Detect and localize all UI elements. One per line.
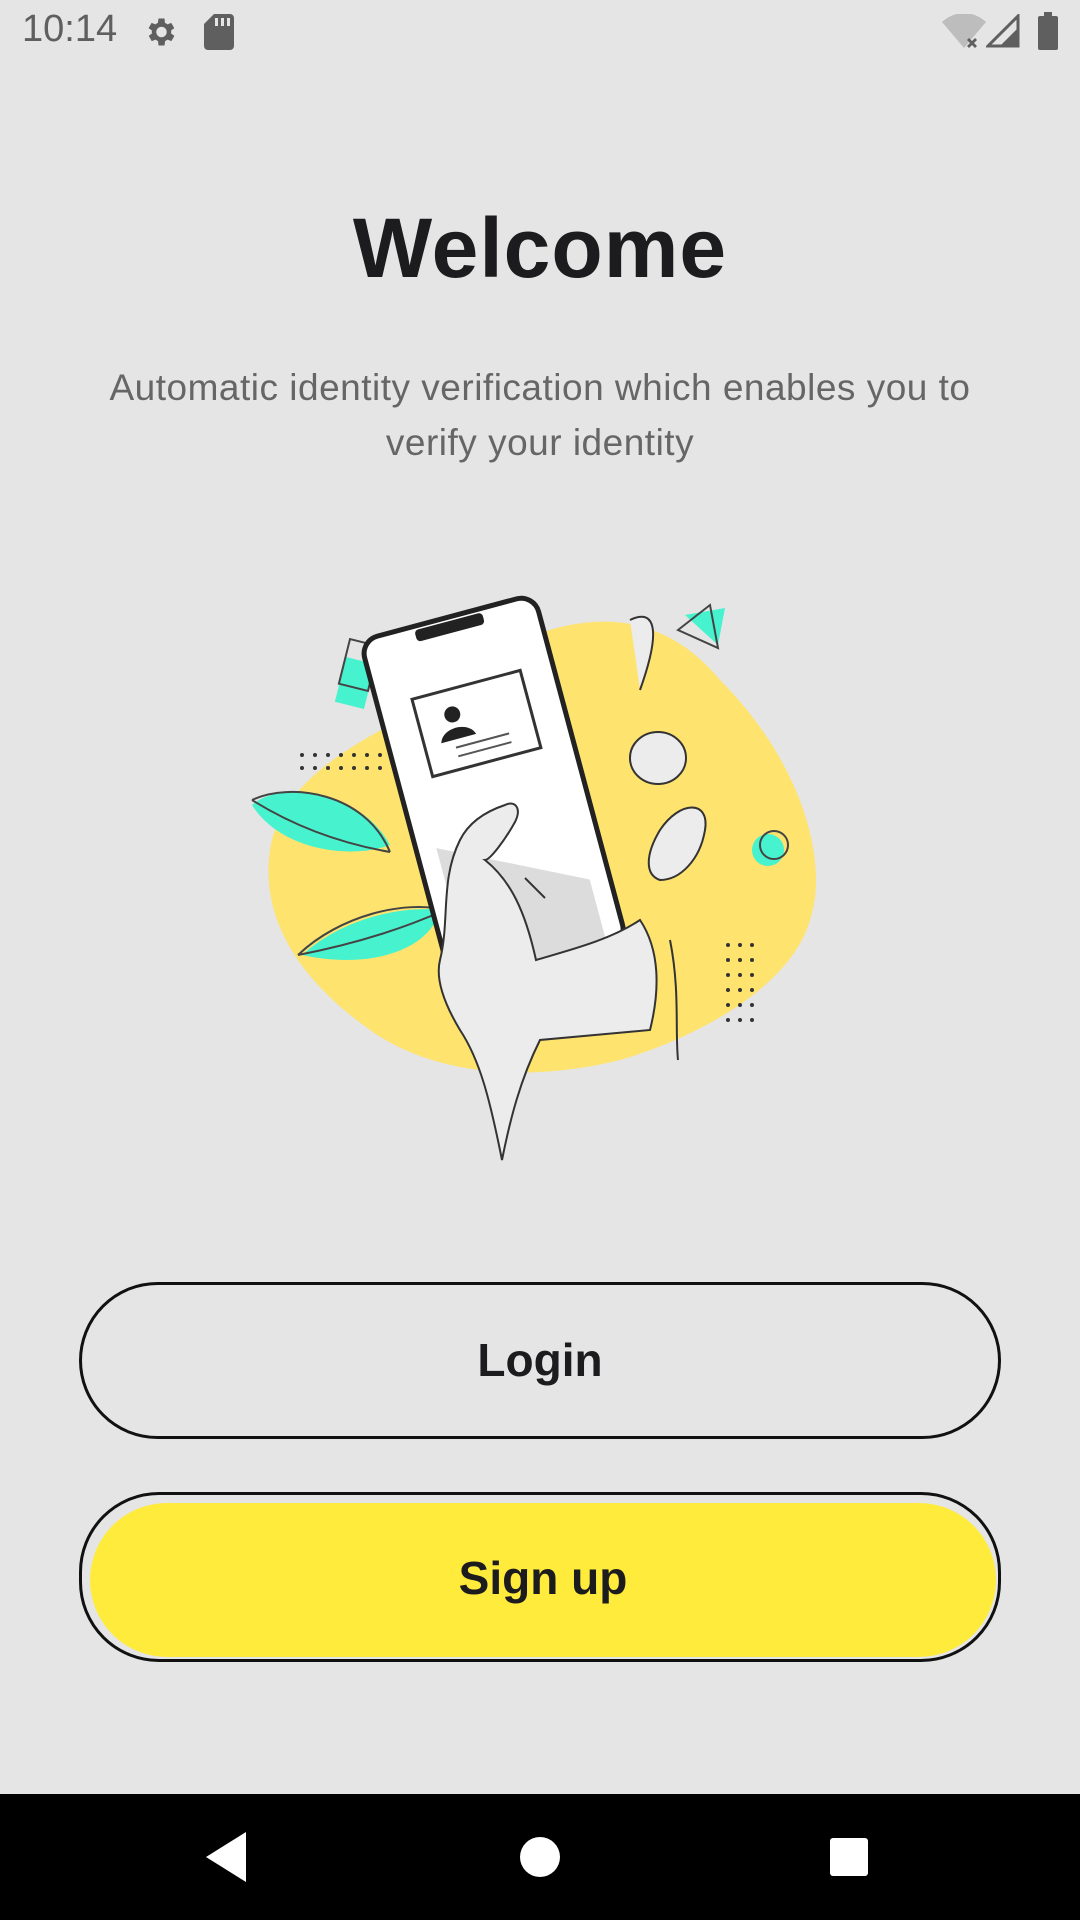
system-nav-bar	[0, 1794, 1080, 1920]
back-icon[interactable]	[198, 1824, 264, 1890]
phone-in-hand-illustration	[240, 560, 840, 1180]
welcome-screen: 10:14 Welcome Automatic identity verific…	[0, 0, 1080, 1920]
page-subtitle: Automatic identity verification which en…	[109, 367, 971, 463]
wifi-off-icon	[942, 13, 986, 55]
login-button-label: Login	[477, 1334, 603, 1386]
login-button[interactable]: Login	[79, 1282, 1001, 1439]
status-time: 10:14	[22, 8, 118, 50]
signup-button-label: Sign up	[458, 1552, 628, 1604]
signup-button[interactable]: Sign up	[79, 1492, 1001, 1662]
gear-icon	[142, 12, 178, 57]
battery-icon	[1038, 12, 1058, 55]
home-icon[interactable]	[507, 1824, 573, 1890]
sd-card-icon	[204, 14, 234, 55]
recents-icon[interactable]	[816, 1824, 882, 1890]
status-bar: 10:14	[0, 0, 1080, 66]
cell-signal-icon	[984, 12, 1020, 53]
page-title: Welcome	[352, 201, 728, 295]
signup-button-fill[interactable]: Sign up	[90, 1503, 996, 1657]
